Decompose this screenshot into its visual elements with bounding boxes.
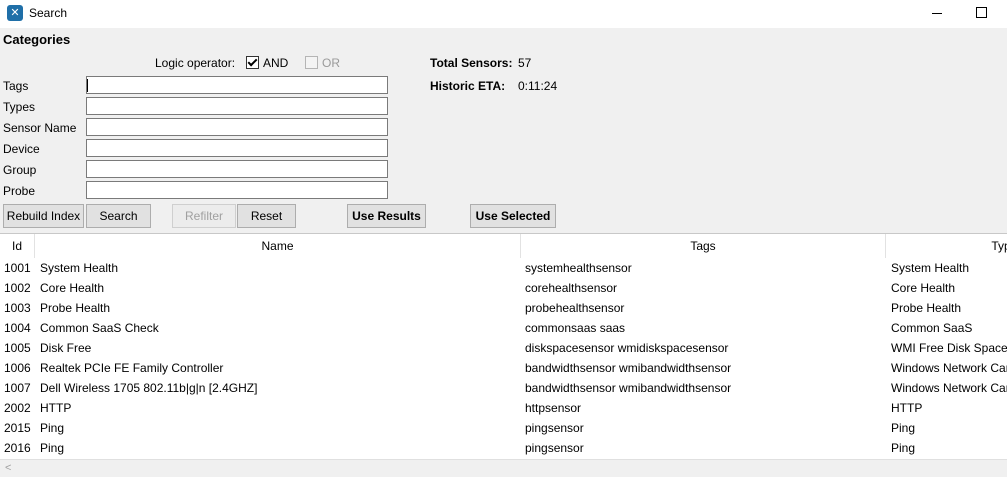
table-row[interactable]: 1003 Probe Health probehealthsensor Prob… <box>0 298 1007 318</box>
table-row[interactable]: 1001 System Health systemhealthsensor Sy… <box>0 258 1007 278</box>
cell-id: 1001 <box>4 261 31 275</box>
tags-label: Tags <box>3 79 29 93</box>
table-row[interactable]: 1006 Realtek PCIe FE Family Controller b… <box>0 358 1007 378</box>
cell-name: Ping <box>40 441 65 455</box>
cell-name: Realtek PCIe FE Family Controller <box>40 361 224 375</box>
cell-id: 1006 <box>4 361 31 375</box>
column-header-type[interactable]: Typ <box>886 234 1007 258</box>
cell-tags: corehealthsensor <box>525 281 618 295</box>
title-bar: ✕ Search <box>0 0 1007 28</box>
cell-type: Windows Network Car <box>891 381 1007 395</box>
table-row[interactable]: 1005 Disk Free diskspacesensor wmidisksp… <box>0 338 1007 358</box>
cell-tags: commonsaas saas <box>525 321 626 335</box>
minimize-button[interactable] <box>914 0 960 28</box>
cell-type: Common SaaS <box>891 321 973 335</box>
probe-input[interactable] <box>86 181 388 199</box>
app-logo-icon: ✕ <box>7 5 23 21</box>
cell-id: 2002 <box>4 401 31 415</box>
refilter-button[interactable]: Refilter <box>172 204 236 228</box>
cell-id: 1005 <box>4 341 31 355</box>
cell-name: HTTP <box>40 401 72 415</box>
cell-type: WMI Free Disk Space ( <box>891 341 1007 355</box>
categories-heading: Categories <box>3 32 71 47</box>
group-label: Group <box>3 163 37 177</box>
total-sensors-label: Total Sensors: <box>430 56 513 70</box>
maximize-button[interactable] <box>958 0 1004 28</box>
cell-name: Dell Wireless 1705 802.11b|g|n [2.4GHZ] <box>40 381 258 395</box>
table-row[interactable]: 2015 Ping pingsensor Ping <box>0 418 1007 438</box>
results-table: Id Name Tags Typ 1001 System Health syst… <box>0 233 1007 460</box>
cell-tags: probehealthsensor <box>525 301 625 315</box>
probe-label: Probe <box>3 184 36 198</box>
search-button[interactable]: Search <box>86 204 151 228</box>
cell-type: Probe Health <box>891 301 962 315</box>
or-label: OR <box>322 56 340 70</box>
cell-id: 1007 <box>4 381 31 395</box>
cell-tags: systemhealthsensor <box>525 261 632 275</box>
cell-type: HTTP <box>891 401 923 415</box>
cell-type: System Health <box>891 261 970 275</box>
table-row[interactable]: 2002 HTTP httpsensor HTTP <box>0 398 1007 418</box>
use-selected-button[interactable]: Use Selected <box>470 204 556 228</box>
table-row[interactable]: 1004 Common SaaS Check commonsaas saas C… <box>0 318 1007 338</box>
cell-type: Ping <box>891 441 916 455</box>
table-row[interactable]: 1007 Dell Wireless 1705 802.11b|g|n [2.4… <box>0 378 1007 398</box>
cell-id: 1002 <box>4 281 31 295</box>
cell-name: System Health <box>40 261 119 275</box>
device-input[interactable] <box>86 139 388 157</box>
types-input[interactable] <box>86 97 388 115</box>
cell-type: Ping <box>891 421 916 435</box>
total-sensors-value: 57 <box>518 56 532 70</box>
cell-id: 1004 <box>4 321 31 335</box>
cell-id: 2015 <box>4 421 31 435</box>
cell-id: 1003 <box>4 301 31 315</box>
rebuild-index-button[interactable]: Rebuild Index <box>3 204 84 228</box>
cell-name: Ping <box>40 421 65 435</box>
cell-name: Probe Health <box>40 301 111 315</box>
sensor-name-input[interactable] <box>86 118 388 136</box>
reset-button[interactable]: Reset <box>237 204 296 228</box>
cell-type: Windows Network Car <box>891 361 1007 375</box>
cell-tags: httpsensor <box>525 401 582 415</box>
table-row[interactable]: 1002 Core Health corehealthsensor Core H… <box>0 278 1007 298</box>
sensor-name-label: Sensor Name <box>3 121 77 135</box>
group-input[interactable] <box>86 160 388 178</box>
cell-tags: diskspacesensor wmidiskspacesensor <box>525 341 729 355</box>
or-checkbox[interactable] <box>305 56 318 69</box>
column-header-tags[interactable]: Tags <box>521 234 886 258</box>
cell-tags: bandwidthsensor wmibandwidthsensor <box>525 381 732 395</box>
logic-operator-label: Logic operator: <box>155 56 236 70</box>
use-results-button[interactable]: Use Results <box>347 204 426 228</box>
and-label: AND <box>263 56 289 70</box>
column-header-name[interactable]: Name <box>35 234 521 258</box>
window-title: Search <box>29 6 68 20</box>
tags-input[interactable] <box>86 76 388 94</box>
column-header-id[interactable]: Id <box>0 234 35 258</box>
historic-eta-value: 0:11:24 <box>518 79 558 93</box>
types-label: Types <box>3 100 36 114</box>
device-label: Device <box>3 142 40 156</box>
horizontal-scrollbar[interactable]: < <box>0 459 1007 477</box>
cell-tags: pingsensor <box>525 441 584 455</box>
table-row[interactable]: 2016 Ping pingsensor Ping <box>0 438 1007 458</box>
cell-type: Core Health <box>891 281 956 295</box>
cell-tags: bandwidthsensor wmibandwidthsensor <box>525 361 732 375</box>
text-caret <box>87 79 88 92</box>
cell-id: 2016 <box>4 441 31 455</box>
scroll-left-icon[interactable]: < <box>5 462 11 474</box>
historic-eta-label: Historic ETA: <box>430 79 506 93</box>
cell-name: Common SaaS Check <box>40 321 159 335</box>
and-checkbox[interactable] <box>246 56 259 69</box>
cell-name: Core Health <box>40 281 105 295</box>
cell-name: Disk Free <box>40 341 92 355</box>
cell-tags: pingsensor <box>525 421 584 435</box>
